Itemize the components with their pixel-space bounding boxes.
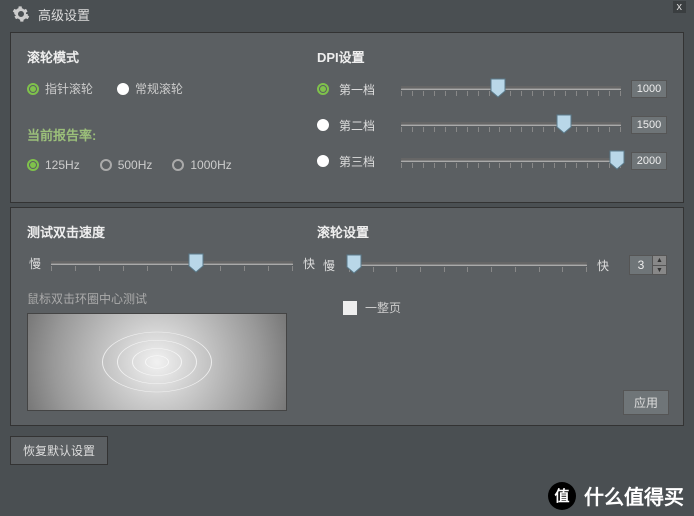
wheel-settings-title: 滚轮设置 [317,222,667,241]
dpi-value-badge: 1500 [631,116,667,134]
dclick-title: 测试双击速度 [27,222,317,241]
stepper-down[interactable]: ▼ [652,266,666,275]
window-title: 高级设置 [38,5,90,24]
slow-label: 慢 [27,255,43,272]
dpi-label: 第三档 [339,153,391,170]
slider-thumb[interactable] [188,253,204,273]
radio-dot-icon [100,159,112,171]
radio-dot-icon [317,155,329,167]
close-button[interactable]: x [673,1,687,13]
watermark: 值 什么值得买 [548,481,684,510]
radio-label: 500Hz [118,158,153,172]
radio-125hz[interactable]: 125Hz [27,158,80,172]
fast-label: 快 [595,257,611,274]
panel-test: 测试双击速度 慢 快 鼠标双击环圈中心测试 滚轮设置 慢 [10,207,684,426]
dpi-value-badge: 1000 [631,80,667,98]
dpi-row-2: 第二档 1500 [317,116,667,134]
radio-500hz[interactable]: 500Hz [100,158,153,172]
wheel-speed-slider[interactable] [349,257,587,273]
gear-icon [12,5,30,23]
radio-label: 常规滚轮 [135,80,183,97]
radio-dot-icon [172,159,184,171]
watermark-badge-icon: 值 [548,482,576,510]
radio-label: 125Hz [45,158,80,172]
wheel-mode-title: 滚轮模式 [27,47,317,66]
slider-thumb[interactable] [346,254,362,274]
radio-dpi-3[interactable] [317,155,329,167]
dclick-help: 鼠标双击环圈中心测试 [27,290,317,307]
dpi-slider-1[interactable] [401,81,621,97]
apply-button[interactable]: 应用 [623,390,669,415]
dpi-row-1: 第一档 1000 [317,80,667,98]
slider-thumb[interactable] [609,150,625,170]
dpi-slider-2[interactable] [401,117,621,133]
panel-advanced: 滚轮模式 指针滚轮 常规滚轮 当前报告率: 125Hz [10,32,684,203]
restore-defaults-button[interactable]: 恢复默认设置 [10,436,108,465]
fast-label: 快 [301,255,317,272]
radio-normal-wheel[interactable]: 常规滚轮 [117,80,183,97]
checkbox-label: 一整页 [365,299,401,316]
radio-dot-icon [27,83,39,95]
radio-pointer-wheel[interactable]: 指针滚轮 [27,80,93,97]
slider-thumb[interactable] [556,114,572,134]
radio-label: 1000Hz [190,158,231,172]
checkbox-one-page[interactable] [343,301,357,315]
stepper-value: 3 [630,256,652,274]
radio-dot-icon [317,83,329,95]
report-rate-title: 当前报告率: [27,125,317,144]
lines-stepper[interactable]: 3 ▲ ▼ [629,255,667,275]
slow-label: 慢 [317,257,341,274]
radio-dot-icon [117,83,129,95]
dpi-value-badge: 2000 [631,152,667,170]
stepper-up[interactable]: ▲ [652,256,666,266]
dpi-row-3: 第三档 2000 [317,152,667,170]
radio-dot-icon [317,119,329,131]
dpi-label: 第二档 [339,117,391,134]
radio-label: 指针滚轮 [45,80,93,97]
dpi-label: 第一档 [339,81,391,98]
watermark-text: 什么值得买 [584,481,684,510]
dclick-test-area[interactable] [27,313,287,411]
dpi-slider-3[interactable] [401,153,621,169]
radio-1000hz[interactable]: 1000Hz [172,158,231,172]
radio-dpi-2[interactable] [317,119,329,131]
radio-dpi-1[interactable] [317,83,329,95]
slider-thumb[interactable] [490,78,506,98]
dpi-title: DPI设置 [317,47,667,66]
dclick-slider[interactable] [51,256,293,272]
radio-dot-icon [27,159,39,171]
